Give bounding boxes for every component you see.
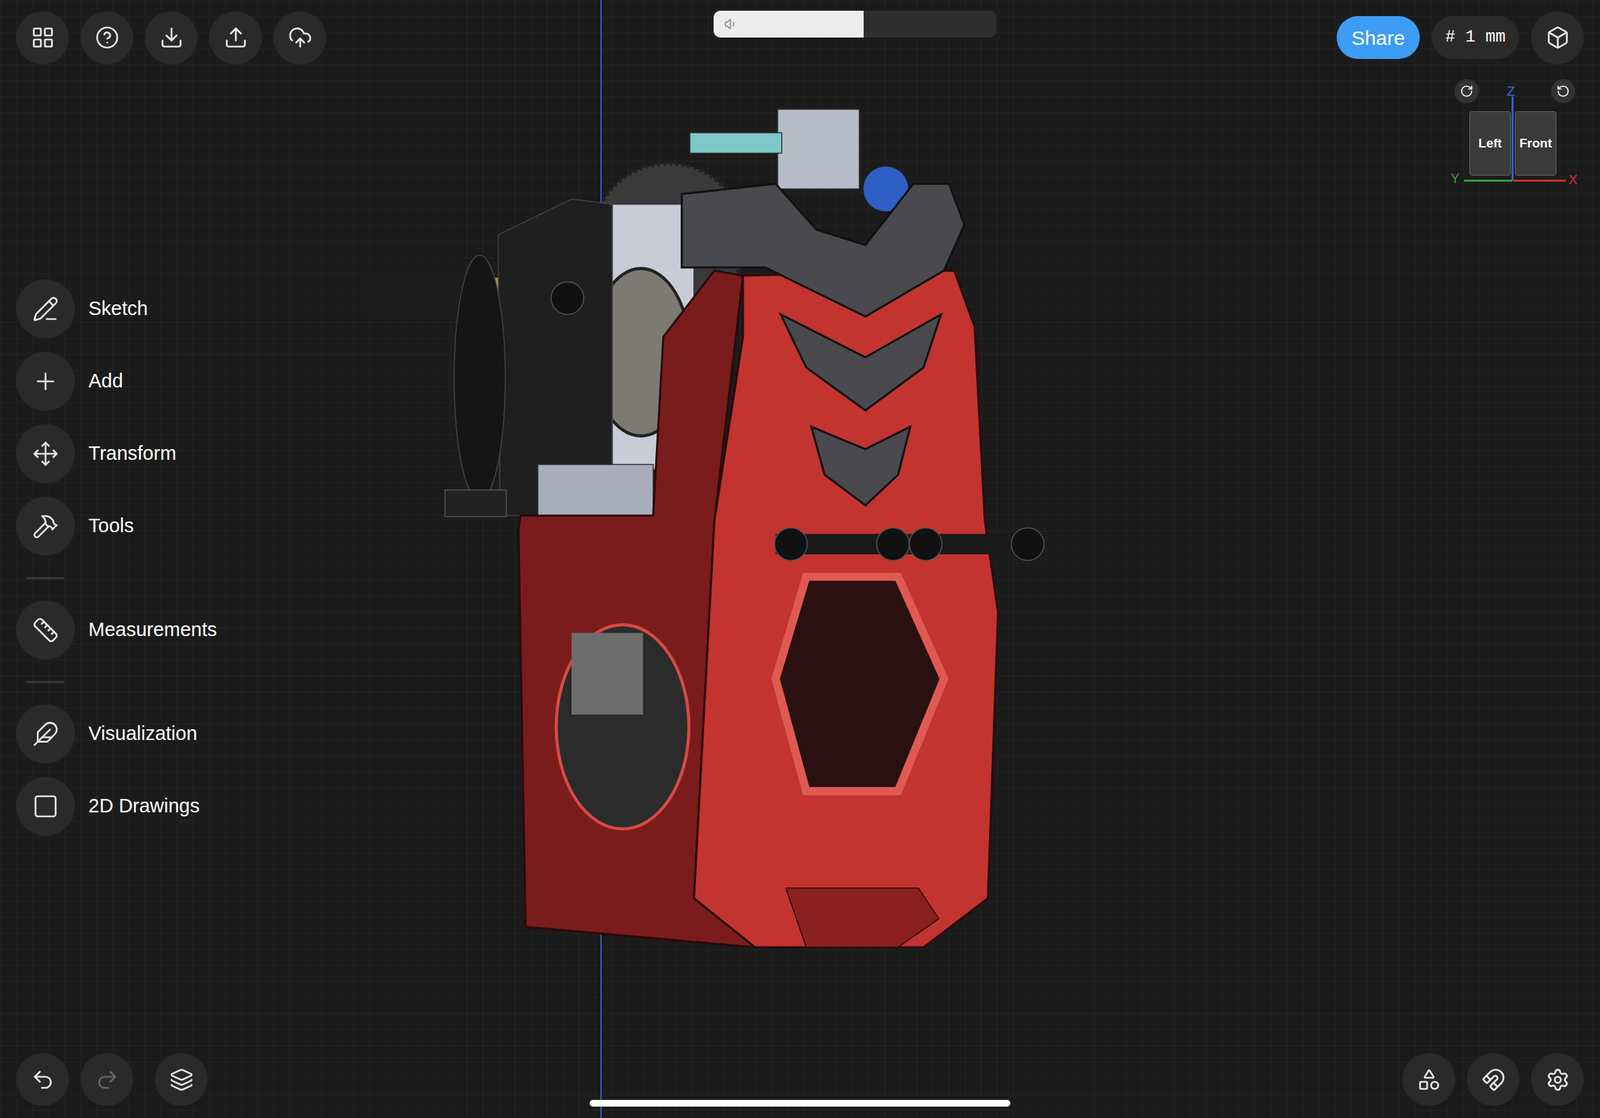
settings-button[interactable] [1530,1052,1584,1106]
export-button[interactable] [209,11,262,65]
screw-head [909,527,943,561]
extruder-model[interactable] [357,107,1052,955]
app-screen: Share # 1 mm Sketch Add Transform Tools Measur… [0,0,1600,1118]
screw-head [774,527,808,561]
z-label: Z [1506,84,1515,98]
menu-item[interactable]: Transform [16,424,1600,484]
main-menu: SketchAddTransformToolsMeasurementsVisua… [0,64,1600,1053]
menu-item[interactable]: 2D Drawings [16,776,1600,836]
transform-icon [32,440,59,468]
nozzle-cut [785,887,939,947]
volume-icon [724,17,738,31]
teal-part [690,132,782,153]
measurements-icon [32,616,59,644]
chevron [780,314,941,411]
bottom-bar [0,1052,1600,1118]
view-icon [1545,25,1570,50]
menu-item[interactable]: Tools [16,496,1600,556]
2d-drawings-icon [32,792,59,820]
front-face [694,270,999,948]
settings-icon [1545,1067,1570,1092]
layers-icon [169,1067,194,1092]
file-toolbar [16,11,327,65]
redo-button[interactable] [80,1052,134,1106]
silver-block [777,109,860,189]
menu-item[interactable]: Visualization [16,704,1600,764]
section-button[interactable] [1402,1052,1456,1106]
rotate-left-button[interactable] [1551,79,1576,104]
share-button[interactable]: Share [1336,16,1420,59]
menu-divider [26,680,64,683]
undo-button[interactable] [16,1052,70,1106]
grid-size-button[interactable]: # 1 mm [1431,16,1519,59]
redo-icon [95,1067,120,1092]
rotate-left-icon [1556,84,1570,98]
z-axis [1511,96,1514,181]
x-axis [1513,179,1566,182]
rotate-right-icon [1459,84,1474,98]
x-label: X [1568,172,1578,187]
import-icon [159,25,184,50]
y-axis [1463,179,1513,182]
volume-fill [713,10,864,38]
screw-head [551,281,585,315]
cloud-icon [288,25,313,50]
projects-button[interactable] [16,11,70,65]
top-cap [681,183,965,317]
view-cube[interactable]: Z Y X LeftFront [1449,79,1581,193]
menu-group: Visualization 2D Drawings [16,659,1600,836]
projects-icon [30,25,55,50]
menu-item[interactable]: Measurements [16,600,1600,660]
screw-head [876,527,910,561]
menu-divider [26,576,64,579]
menu-item[interactable]: Add [16,351,1600,411]
screw-head [1011,527,1044,561]
side-hole [556,624,689,829]
cloud-button[interactable] [273,11,327,65]
help-button[interactable] [80,11,134,65]
view-button[interactable] [1530,11,1584,65]
clip [444,489,506,517]
visualization-icon [32,720,59,748]
base-block [538,464,654,518]
rotate-right-button[interactable] [1454,79,1479,104]
volume-slider[interactable] [713,10,997,38]
section-icon [1417,1067,1442,1092]
layers-button[interactable] [154,1052,208,1106]
menu-item[interactable]: Sketch [16,279,1600,339]
hex-hole [775,576,945,792]
menu-group: Sketch Add Transform Tools [16,279,1600,556]
sketch-icon [32,295,59,323]
top-bar: Share # 1 mm [0,0,1600,65]
cube-face[interactable]: Left [1469,111,1511,176]
help-icon [95,25,120,50]
cube-face[interactable]: Front [1514,111,1557,176]
motor-back [454,255,506,500]
import-button[interactable] [144,11,198,65]
y-label: Y [1450,171,1460,185]
tools-icon [32,512,59,540]
undo-icon [30,1067,55,1092]
menu-group: Measurements [16,555,1600,660]
inner-part [571,632,644,715]
snap-icon [1481,1067,1506,1092]
add-icon [32,367,59,395]
cube-faces: LeftFront [1469,111,1557,176]
chevron [811,426,911,506]
snap-button[interactable] [1466,1052,1520,1106]
canvas[interactable] [0,0,1600,1118]
home-indicator [589,1099,1011,1107]
export-icon [223,25,248,50]
